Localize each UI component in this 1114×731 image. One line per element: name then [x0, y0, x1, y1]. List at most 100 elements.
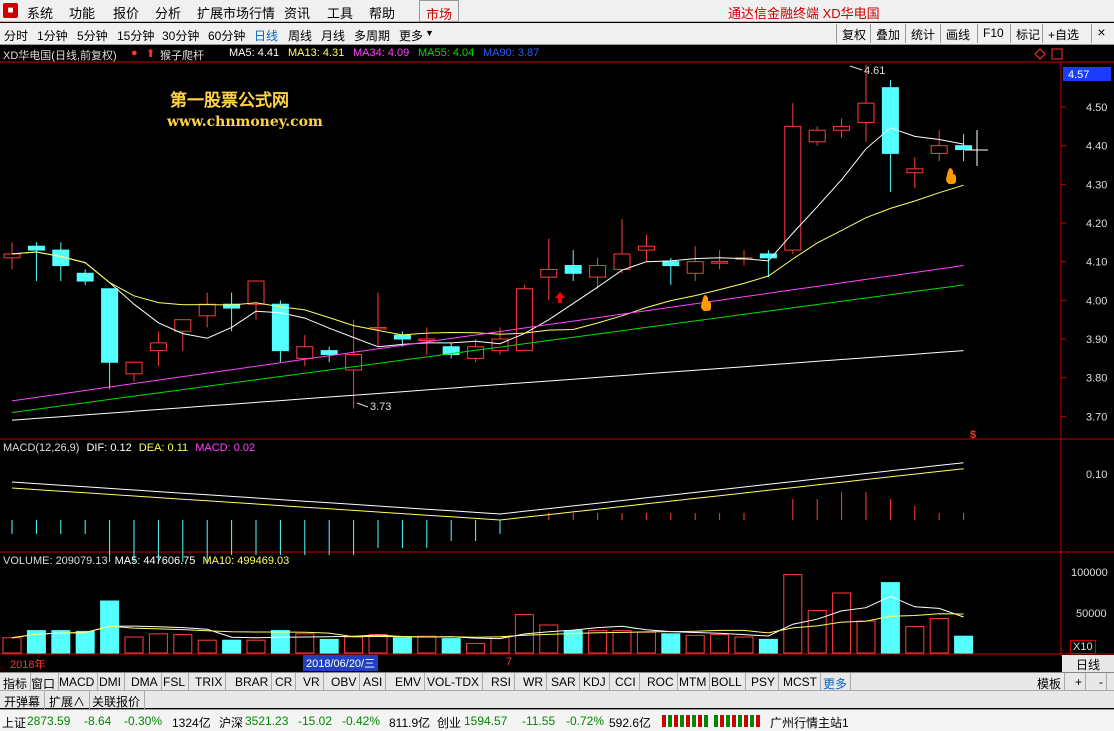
date-year: 2018年	[10, 659, 46, 671]
cy-change: -11.55	[522, 714, 556, 728]
draw-button[interactable]: 画线	[940, 24, 975, 43]
indicator-tab-wr[interactable]: WR	[520, 673, 547, 691]
chart-area[interactable]: 4.50 4.40 4.30 4.20 4.10 4.00 3.90 3.80 3.70 4.6…	[0, 46, 1114, 672]
volume-bar	[929, 618, 949, 654]
macd-dea: DEA: 0.11	[138, 442, 189, 454]
zoom-in-button[interactable]: +	[1072, 673, 1087, 691]
price-tick-label: 3.70	[1086, 411, 1107, 423]
volume-bar	[612, 630, 632, 654]
period-monthly[interactable]: 月线	[321, 27, 345, 44]
menu-item-help[interactable]: 帮助	[369, 3, 395, 22]
indicator-tab-roc[interactable]: ROC	[644, 673, 678, 691]
menu-item-news[interactable]: 资讯	[284, 3, 310, 22]
add-watchlist-button[interactable]: +自选	[1042, 24, 1084, 43]
indicator-tab-sar[interactable]: SAR	[548, 673, 580, 691]
f10-button[interactable]: F10	[977, 24, 1009, 43]
indicator-tab-kdj[interactable]: KDJ	[580, 673, 610, 691]
menu-item-quote[interactable]: 报价	[113, 3, 139, 22]
indicator-tab-更多[interactable]: 更多	[820, 673, 852, 691]
volume-bar	[539, 624, 559, 654]
hand-pointer-icon	[946, 168, 956, 184]
volume-bar	[368, 634, 388, 654]
volume-bar	[246, 639, 266, 654]
period-weekly[interactable]: 周线	[288, 27, 312, 44]
indicator-tab-dma[interactable]: DMA	[128, 673, 162, 691]
extend-button[interactable]: 扩展∧	[45, 691, 91, 709]
zoom-out-button[interactable]: -	[1096, 673, 1107, 691]
high-marker	[849, 65, 863, 71]
volume-bar	[661, 633, 681, 654]
indicator-tab-obv[interactable]: OBV	[328, 673, 361, 691]
period-multi[interactable]: 多周期	[354, 27, 390, 44]
chevron-down-icon[interactable]: ▼	[425, 28, 434, 38]
indicator-tab-指标[interactable]: 指标	[0, 673, 32, 691]
watermark-title: 第一股票公式网	[170, 91, 289, 111]
period-30min[interactable]: 30分钟	[162, 27, 199, 44]
period-5min[interactable]: 5分钟	[77, 27, 108, 44]
candle-body	[491, 338, 509, 352]
indicator-tab-asi[interactable]: ASI	[360, 673, 387, 691]
candle-body	[101, 288, 119, 363]
indicator-tab-rsi[interactable]: RSI	[488, 673, 516, 691]
ma5-label: MA5: 4.41	[229, 47, 280, 59]
period-60min[interactable]: 60分钟	[208, 27, 245, 44]
volume-tick-50000: 50000	[1076, 608, 1107, 620]
indicator-tab-brar[interactable]: BRAR	[232, 673, 273, 691]
menu-item-function[interactable]: 功能	[69, 3, 95, 22]
template-button[interactable]: 模板	[1034, 673, 1066, 691]
indicator-tab-bar: 指标 窗口 MACD DMI DMA FSL TRIX BRAR CR VR OBV ASI EMV VO…	[0, 672, 1114, 691]
up-arrow-icon: ⬆	[146, 48, 156, 60]
indicator-tab-窗口[interactable]: 窗口	[28, 673, 60, 691]
macd-value: MACD: 0.02	[195, 442, 256, 454]
close-icon[interactable]: ×	[1091, 24, 1111, 43]
formula-name[interactable]: 猴子爬杆	[160, 47, 204, 63]
period-label[interactable]: 日线	[1062, 655, 1114, 672]
menu-item-analysis[interactable]: 分析	[155, 3, 181, 22]
volume-bar	[2, 637, 22, 654]
sh-label[interactable]: 上证	[2, 714, 26, 731]
candle-body	[564, 265, 582, 274]
price-tick-label: 4.10	[1086, 257, 1107, 269]
period-more[interactable]: 更多	[399, 27, 423, 44]
candle-body	[320, 350, 338, 355]
indicator-tab-trix[interactable]: TRIX	[192, 673, 227, 691]
volume-bar	[685, 634, 705, 654]
overlay-button[interactable]: 叠加	[870, 24, 905, 43]
period-1min[interactable]: 1分钟	[37, 27, 68, 44]
indicator-tab-mtm[interactable]: MTM	[676, 673, 711, 691]
related-quote-button[interactable]: 关联报价	[88, 691, 146, 709]
indicator-tab-macd[interactable]: MACD	[56, 673, 99, 691]
danmaku-button[interactable]: 开弹幕	[0, 691, 46, 709]
menu-item-system[interactable]: 系统	[27, 3, 53, 22]
hand-pointer-icon	[701, 295, 711, 311]
indicator-tab-boll[interactable]: BOLL	[708, 673, 746, 691]
indicator-tab-cr[interactable]: CR	[272, 673, 297, 691]
candle-body	[198, 303, 216, 317]
indicator-tab-fsl[interactable]: FSL	[160, 673, 190, 691]
adjust-button[interactable]: 复权	[836, 24, 871, 43]
indicator-tab-psy[interactable]: PSY	[748, 673, 780, 691]
candles-group	[3, 64, 973, 409]
period-tick[interactable]: 分时	[4, 27, 28, 44]
period-daily[interactable]: 日线	[254, 27, 278, 44]
price-tick-label: 3.80	[1086, 373, 1107, 385]
indicator-tab-vr[interactable]: VR	[300, 673, 324, 691]
cy-label[interactable]: 创业	[437, 714, 461, 731]
stats-button[interactable]: 统计	[905, 24, 940, 43]
sz-label[interactable]: 沪深	[219, 714, 243, 731]
indicator-tab-mcst[interactable]: MCST	[780, 673, 821, 691]
mark-button[interactable]: 标记	[1010, 24, 1045, 43]
indicator-tab-dmi[interactable]: DMI	[96, 673, 125, 691]
indicator-tab-emv[interactable]: EMV	[392, 673, 426, 691]
formula-marker-icon[interactable]: ●	[131, 47, 138, 59]
sh-amount: 1324亿	[172, 716, 211, 730]
menu-item-tools[interactable]: 工具	[327, 3, 353, 22]
menu-item-extended-market[interactable]: 扩展市场行情	[197, 3, 275, 22]
market-button[interactable]: 市场	[419, 0, 460, 22]
indicator-tab-cci[interactable]: CCI	[612, 673, 640, 691]
macd-title: MACD(12,26,9)	[3, 442, 80, 454]
indicator-tab-vol-tdx[interactable]: VOL-TDX	[424, 673, 484, 691]
period-15min[interactable]: 15分钟	[117, 27, 154, 44]
brand-title: 通达信金融终端 XD华电国	[728, 6, 880, 21]
server-name[interactable]: 广州行情主站1	[770, 714, 849, 731]
